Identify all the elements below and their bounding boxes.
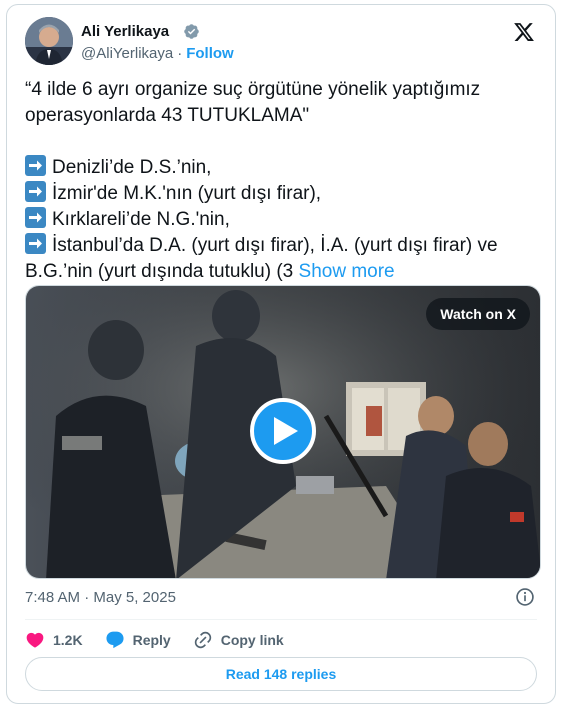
watch-on-x-button[interactable]: Watch on X bbox=[426, 298, 530, 330]
reply-icon bbox=[106, 631, 124, 649]
tweet-line: “4 ilde 6 ayrı organize suç örgütüne yön… bbox=[25, 79, 481, 100]
verified-badge-icon bbox=[184, 24, 199, 39]
play-button[interactable] bbox=[250, 398, 316, 464]
show-more-link[interactable]: Show more bbox=[299, 261, 395, 282]
tweet-text: “4 ilde 6 ayrı organize suç örgütüne yön… bbox=[25, 77, 535, 285]
copy-link-label: Copy link bbox=[220, 632, 284, 648]
info-icon[interactable] bbox=[515, 587, 535, 607]
like-button[interactable]: 1.2K bbox=[25, 630, 83, 650]
avatar[interactable] bbox=[25, 17, 73, 65]
bullet-line: İzmir'de M.K.'nın (yurt dışı firar), bbox=[25, 181, 535, 207]
video-player[interactable]: Watch on X bbox=[25, 285, 541, 579]
arrow-right-icon bbox=[25, 181, 46, 202]
tweet-line-text: B.G.’nin (yurt dışında tutuklu) (3 bbox=[25, 261, 294, 282]
link-icon bbox=[194, 631, 211, 649]
bullet-line: Denizli’de D.S.’nin, bbox=[25, 155, 535, 181]
handle[interactable]: @AliYerlikaya bbox=[81, 45, 173, 62]
play-icon bbox=[274, 417, 298, 445]
timestamp[interactable]: 7:48 AM · May 5, 2025 bbox=[25, 589, 176, 606]
like-count: 1.2K bbox=[53, 632, 83, 648]
display-name[interactable]: Ali Yerlikaya bbox=[81, 23, 169, 40]
bullet-line: İstanbul’da D.A. (yurt dışı firar), İ.A.… bbox=[25, 233, 535, 259]
bullet-text: İzmir'de M.K.'nın (yurt dışı firar), bbox=[52, 183, 322, 204]
action-bar: 1.2K Reply Copy link bbox=[25, 627, 306, 653]
bullet-line: Kırklareli’de N.G.'nin, bbox=[25, 207, 535, 233]
reply-label: Reply bbox=[132, 632, 171, 648]
tweet-line: B.G.’nin (yurt dışında tutuklu) (3 Show … bbox=[25, 259, 535, 285]
handle-row: @AliYerlikaya · Follow bbox=[81, 45, 234, 62]
tweet-line: operasyonlarda 43 TUTUKLAMA" bbox=[25, 105, 310, 126]
bullet-text: İstanbul’da D.A. (yurt dışı firar), İ.A.… bbox=[52, 235, 498, 256]
arrow-right-icon bbox=[25, 155, 46, 176]
tweet-card: Ali Yerlikaya @AliYerlikaya · Follow “4 il… bbox=[6, 4, 556, 704]
bullet-text: Denizli’de D.S.’nin, bbox=[52, 157, 212, 178]
separator: · bbox=[177, 45, 183, 62]
x-logo-icon[interactable] bbox=[513, 21, 535, 43]
arrow-right-icon bbox=[25, 233, 46, 254]
heart-icon bbox=[26, 632, 44, 648]
reply-button[interactable]: Reply bbox=[105, 630, 171, 650]
read-replies-button[interactable]: Read 148 replies bbox=[25, 657, 537, 691]
copy-link-button[interactable]: Copy link bbox=[193, 630, 284, 650]
divider bbox=[25, 619, 537, 620]
bullet-text: Kırklareli’de N.G.'nin, bbox=[52, 209, 230, 230]
follow-button[interactable]: Follow bbox=[186, 45, 234, 62]
arrow-right-icon bbox=[25, 207, 46, 228]
